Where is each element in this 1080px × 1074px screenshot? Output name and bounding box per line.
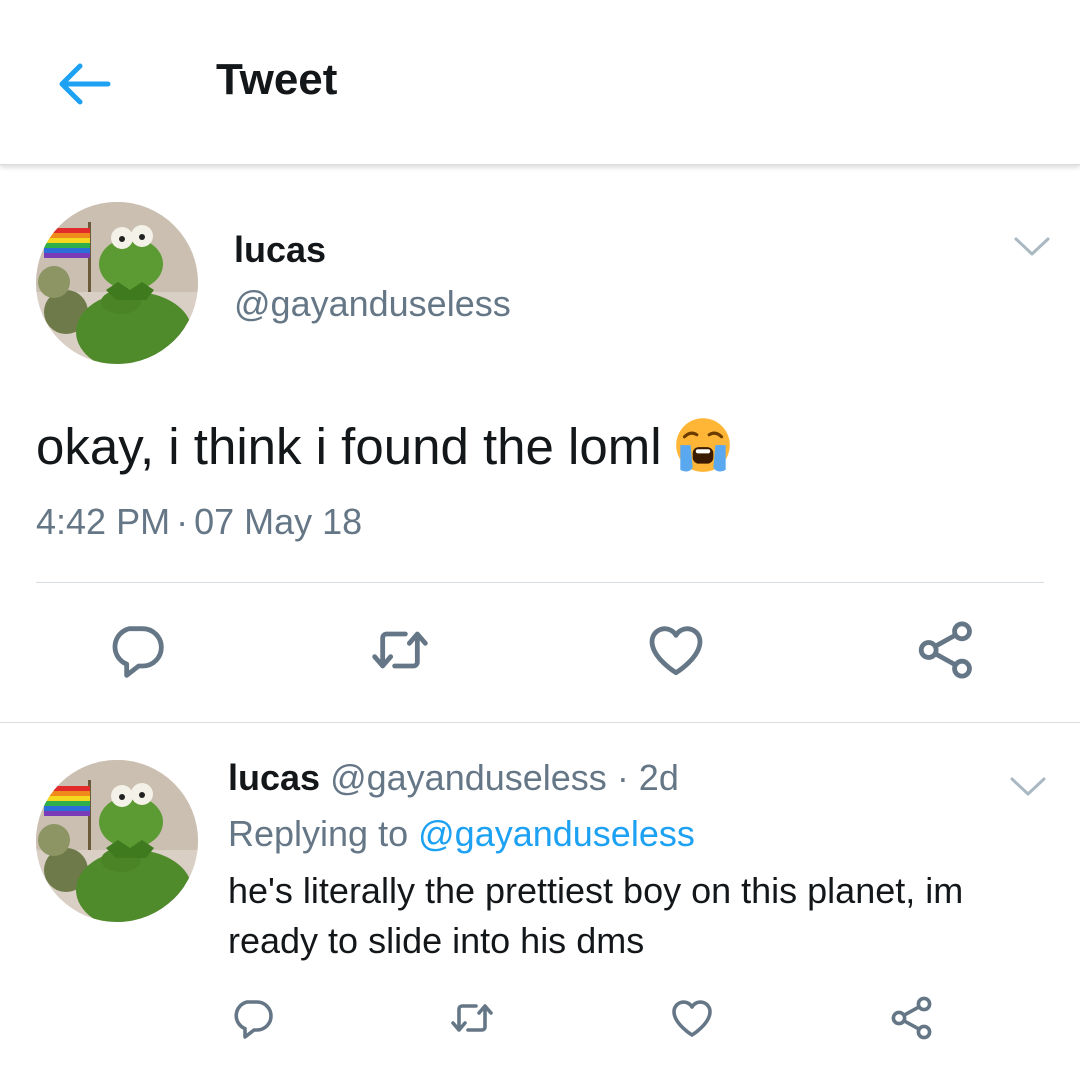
share-icon	[914, 618, 978, 682]
tweet-timestamp: 4:42 PM · 07 May 18	[36, 500, 362, 544]
replying-prefix: Replying to	[228, 813, 409, 854]
reply-header: lucas @gayanduseless · 2d	[228, 756, 679, 800]
loudly-crying-face-icon	[670, 410, 736, 476]
like-button[interactable]	[644, 618, 708, 682]
author-handle[interactable]: @gayanduseless	[330, 757, 607, 798]
reply-button[interactable]	[104, 618, 168, 682]
like-icon	[668, 994, 716, 1042]
divider	[36, 582, 1044, 583]
tweet-text: okay, i think i found the loml	[36, 410, 736, 479]
retweet-icon	[448, 994, 496, 1042]
author-name[interactable]: lucas	[234, 228, 326, 272]
like-icon	[644, 618, 708, 682]
like-button[interactable]	[668, 994, 716, 1042]
tweet-body: okay, i think i found the loml	[36, 418, 662, 475]
replying-to: Replying to @gayanduseless	[228, 812, 695, 856]
share-button[interactable]	[914, 618, 978, 682]
tweet-time: 4:42 PM	[36, 501, 171, 542]
reply-age: · 2d	[616, 757, 679, 798]
retweet-button[interactable]	[368, 618, 432, 682]
author-handle[interactable]: @gayanduseless	[234, 282, 511, 326]
author-name[interactable]: lucas	[228, 757, 320, 798]
reply-text: he's literally the prettiest boy on this…	[228, 870, 964, 961]
reply-icon	[228, 994, 276, 1042]
retweet-button[interactable]	[448, 994, 496, 1042]
page-title: Tweet	[216, 55, 338, 104]
chevron-down-icon[interactable]	[1008, 774, 1048, 800]
top-app-bar: Tweet	[0, 0, 1080, 165]
arrow-left-icon	[59, 63, 111, 105]
share-icon	[888, 994, 936, 1042]
avatar[interactable]	[36, 202, 198, 364]
back-button[interactable]	[52, 52, 116, 116]
retweet-icon	[368, 618, 432, 682]
chevron-down-icon[interactable]	[1012, 234, 1052, 260]
share-button[interactable]	[888, 994, 936, 1042]
divider	[0, 722, 1080, 723]
avatar[interactable]	[36, 760, 198, 922]
tweet-date: 07 May 18	[194, 501, 363, 542]
replying-to-link[interactable]: @gayanduseless	[418, 813, 695, 854]
reply-icon	[104, 618, 168, 682]
timestamp-separator: ·	[176, 501, 189, 542]
reply-button[interactable]	[228, 994, 276, 1042]
